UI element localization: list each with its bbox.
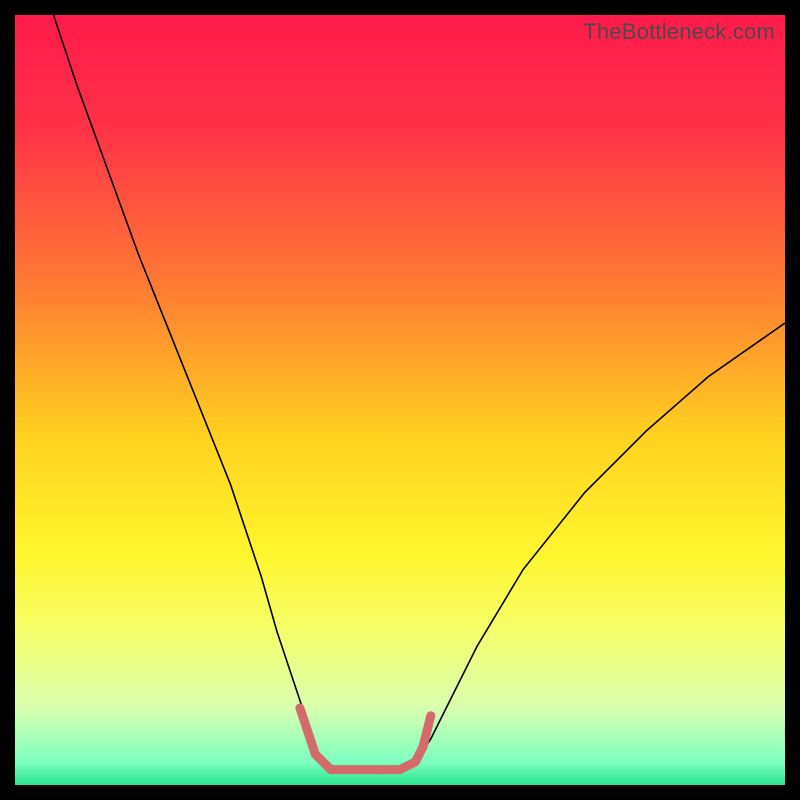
bottleneck-chart [15, 15, 785, 785]
gradient-background [15, 15, 785, 785]
watermark-text: TheBottleneck.com [583, 19, 775, 45]
chart-frame: TheBottleneck.com [15, 15, 785, 785]
